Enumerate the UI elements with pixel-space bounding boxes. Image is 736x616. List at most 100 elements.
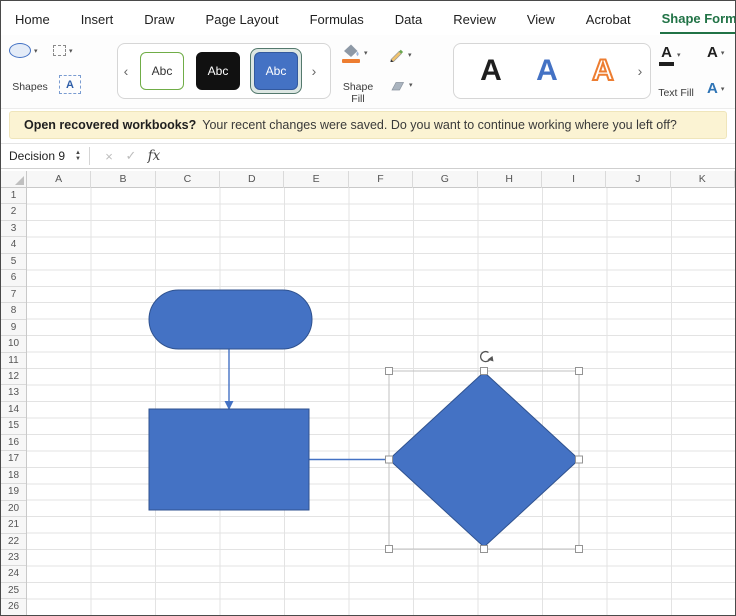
row-header[interactable]: 9 — [1, 320, 26, 337]
row-header[interactable]: 11 — [1, 353, 26, 369]
flowchart-process-shape[interactable] — [148, 408, 310, 511]
text-outline-button[interactable]: A ▾ — [707, 45, 724, 60]
shape-styles-gallery: ‹ Abc Abc Abc › — [117, 43, 331, 99]
excel-window: Home Insert Draw Page Layout Formulas Data Rev… — [0, 0, 736, 616]
ribbon-tab[interactable]: Page Layout — [204, 4, 281, 33]
row-headers: 1 2 3 4 5 6 7 8 9 10 11 12 13 14 15 16 17 18 19 20 21 22 23 24 2… — [1, 188, 27, 615]
banner-text: Your recent changes were saved. Do you w… — [202, 118, 677, 132]
pencil-icon — [390, 49, 404, 62]
row-header[interactable]: 24 — [1, 566, 26, 583]
resize-handle-ne[interactable] — [575, 367, 583, 375]
ribbon-tab[interactable]: Acrobat — [584, 4, 633, 33]
spreadsheet-grid: ABCDEFGHIJK 1 2 3 4 5 6 7 8 9 10 11 12 13 14 15 16 17 18 1… — [1, 171, 735, 615]
resize-handle-nw[interactable] — [385, 367, 393, 375]
ribbon-tab[interactable]: View — [525, 4, 557, 33]
row-header[interactable]: 8 — [1, 303, 26, 320]
row-header[interactable]: 15 — [1, 418, 26, 435]
row-header[interactable]: 6 — [1, 270, 26, 287]
shape-effects-button[interactable]: ▾ — [389, 79, 413, 91]
resize-handle-n[interactable] — [480, 367, 488, 375]
resize-handle-s[interactable] — [480, 545, 488, 553]
dropdown-caret-icon: ▾ — [677, 52, 681, 60]
wordart-style-2[interactable]: A — [524, 46, 570, 96]
select-all-corner[interactable] — [1, 171, 27, 188]
column-header[interactable]: J — [606, 171, 671, 188]
shape-outline-button[interactable]: ▾ — [389, 47, 412, 62]
dropdown-caret-icon: ▾ — [409, 82, 413, 89]
row-header[interactable]: 5 — [1, 254, 26, 271]
select-objects-button[interactable]: ▾ — [53, 45, 73, 56]
resize-handle-se[interactable] — [575, 545, 583, 553]
column-header[interactable]: A — [27, 171, 92, 188]
current-fill-color-swatch — [342, 59, 360, 63]
row-header[interactable]: 25 — [1, 583, 26, 600]
shape-fill-button[interactable]: ▾ — [341, 43, 368, 63]
row-header[interactable]: 21 — [1, 517, 26, 534]
resize-handle-w[interactable] — [385, 455, 393, 464]
shape-style-swatch-3[interactable]: Abc — [254, 52, 298, 90]
insert-shape-button[interactable]: ▾ — [9, 43, 38, 58]
row-header[interactable]: 3 — [1, 221, 26, 238]
resize-handle-e[interactable] — [575, 455, 583, 464]
row-header[interactable]: 14 — [1, 402, 26, 419]
resize-handle-sw[interactable] — [385, 545, 393, 553]
gallery-prev-icon[interactable]: ‹ — [118, 63, 134, 79]
name-box[interactable] — [1, 144, 71, 168]
wordart-style-3[interactable]: A — [580, 46, 626, 96]
row-header[interactable]: 18 — [1, 468, 26, 485]
row-header[interactable]: 16 — [1, 435, 26, 452]
column-header[interactable]: K — [671, 171, 735, 188]
gallery-next-icon[interactable]: › — [306, 63, 322, 79]
wordart-style-1[interactable]: A — [468, 46, 514, 96]
row-header[interactable]: 7 — [1, 287, 26, 304]
draw-textbox-button[interactable]: A — [59, 75, 81, 94]
insert-function-icon[interactable]: fx — [142, 148, 166, 164]
column-header[interactable]: G — [413, 171, 478, 188]
formula-input[interactable] — [166, 144, 735, 168]
row-header[interactable]: 1 — [1, 188, 26, 205]
row-header[interactable]: 2 — [1, 204, 26, 221]
dropdown-caret-icon: ▾ — [69, 47, 73, 55]
column-header[interactable]: E — [284, 171, 349, 188]
row-header[interactable]: 20 — [1, 501, 26, 518]
column-headers: ABCDEFGHIJK — [27, 171, 735, 188]
name-box-spinner[interactable]: ▲ ▼ — [71, 144, 85, 168]
text-fill-button[interactable]: A ▾ — [659, 45, 681, 66]
flowchart-terminator-shape[interactable] — [148, 289, 313, 350]
column-header[interactable]: B — [91, 171, 156, 188]
grid-cells[interactable] — [27, 188, 735, 615]
ribbon-tab[interactable]: Data — [393, 4, 424, 33]
column-header[interactable]: I — [542, 171, 607, 188]
row-header[interactable]: 10 — [1, 336, 26, 353]
column-header[interactable]: F — [349, 171, 414, 188]
row-header[interactable]: 12 — [1, 369, 26, 386]
column-header[interactable]: C — [156, 171, 221, 188]
ribbon-tab[interactable]: Shape Format — [659, 3, 735, 34]
ribbon-tab[interactable]: Formulas — [308, 4, 366, 33]
row-header[interactable]: 23 — [1, 550, 26, 567]
column-header[interactable]: D — [220, 171, 285, 188]
accept-icon[interactable]: ✓ — [120, 148, 142, 164]
spinner-down-icon[interactable]: ▼ — [71, 156, 85, 162]
shape-style-swatch-1[interactable]: Abc — [140, 52, 184, 90]
column-header[interactable]: H — [478, 171, 542, 188]
row-header[interactable]: 22 — [1, 534, 26, 550]
row-header[interactable]: 19 — [1, 484, 26, 501]
shape-style-swatch-2[interactable]: Abc — [196, 52, 240, 90]
cancel-icon[interactable]: × — [98, 149, 120, 164]
row-header[interactable]: 17 — [1, 451, 26, 468]
row-header[interactable]: 26 — [1, 599, 26, 615]
ribbon-tab[interactable]: Home — [13, 4, 52, 33]
banner-bold-text: Open recovered workbooks? — [24, 118, 197, 132]
row-header[interactable]: 4 — [1, 237, 26, 254]
ribbon-tab[interactable]: Insert — [79, 4, 116, 33]
text-fill-color-bar — [659, 62, 674, 66]
paint-bucket-icon — [341, 43, 361, 63]
dropdown-caret-icon: ▾ — [364, 50, 368, 57]
text-effects-button[interactable]: A ▾ — [707, 81, 724, 96]
ribbon-tabs: Home Insert Draw Page Layout Formulas Data Rev… — [1, 1, 735, 35]
ribbon-tab[interactable]: Draw — [142, 4, 176, 33]
row-header[interactable]: 13 — [1, 385, 26, 402]
gallery-next-icon[interactable]: › — [632, 63, 648, 79]
ribbon-tab[interactable]: Review — [451, 4, 498, 33]
